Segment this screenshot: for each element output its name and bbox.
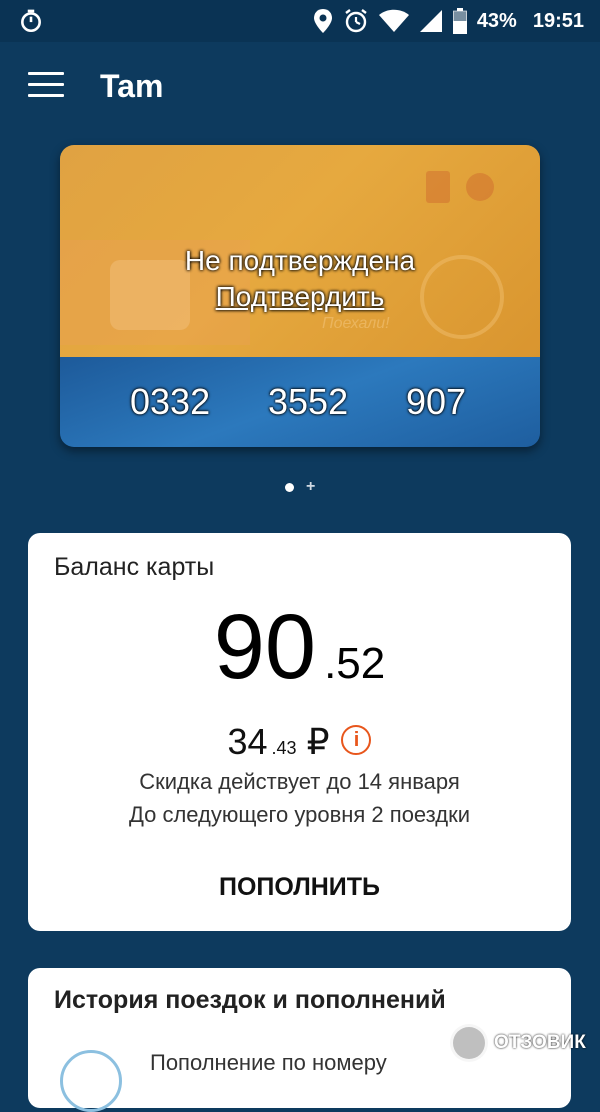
- pager-dot-active[interactable]: [284, 482, 294, 492]
- confirm-card-link[interactable]: Подтвердить: [60, 281, 540, 313]
- watermark-logo-icon: [450, 1024, 488, 1062]
- watermark-text: ОТЗОВИК: [494, 1032, 586, 1053]
- card-number-part: 907: [406, 381, 467, 422]
- discount-note: Скидка действует до 14 января: [139, 769, 460, 794]
- info-icon[interactable]: i: [341, 725, 372, 756]
- wifi-icon: [378, 9, 409, 32]
- add-card-icon[interactable]: +: [306, 478, 315, 496]
- history-item[interactable]: Пополнение по номеру: [150, 1050, 387, 1076]
- currency-sign: ₽: [306, 721, 330, 762]
- menu-icon-line: [28, 94, 64, 97]
- menu-button[interactable]: [28, 72, 64, 98]
- battery-percent: 43%: [476, 9, 517, 32]
- balance-title: Баланс карты: [54, 553, 215, 581]
- app-title: Tam: [100, 68, 164, 104]
- location-icon: [313, 9, 332, 33]
- signal-icon: [419, 10, 442, 32]
- card-logo-icon: [426, 171, 494, 203]
- alarm-icon: [345, 9, 367, 33]
- clock: 19:51: [532, 9, 584, 32]
- watermark: ОТЗОВИК: [450, 1024, 586, 1062]
- stopwatch-icon: [21, 9, 41, 33]
- menu-icon-line: [28, 83, 64, 86]
- battery-icon: [452, 8, 467, 34]
- balance-amount: 90.52: [28, 595, 571, 700]
- status-bar: 43% 19:51: [0, 0, 600, 42]
- menu-icon-line: [28, 72, 64, 75]
- app-bar: Tam: [0, 42, 600, 132]
- topup-button[interactable]: ПОПОЛНИТЬ: [28, 873, 571, 902]
- transport-card[interactable]: Поехали! Не подтверждена Подтвердить 033…: [60, 145, 540, 447]
- fare-row: 34.43 ₽ i: [28, 721, 571, 763]
- history-title: История поездок и пополнений: [54, 986, 446, 1014]
- card-slogan: Поехали!: [322, 315, 390, 332]
- balance-panel: Баланс карты 90.52 34.43 ₽ i Скидка действ…: [28, 533, 571, 931]
- fare-integer: 34: [227, 721, 268, 762]
- card-status: Не подтверждена: [184, 245, 416, 276]
- next-level-note: До следующего уровня 2 поездки: [128, 802, 471, 827]
- status-right: 43% 19:51: [313, 8, 584, 34]
- card-number-part: 3552: [268, 381, 349, 422]
- history-item-icon: [60, 1050, 122, 1112]
- card-number-part: 0332: [130, 381, 211, 422]
- fare-fraction: .43: [271, 738, 297, 758]
- balance-integer: 90: [213, 596, 317, 698]
- balance-fraction: .52: [324, 639, 386, 688]
- card-pager: +: [0, 478, 600, 496]
- status-left: [18, 8, 44, 40]
